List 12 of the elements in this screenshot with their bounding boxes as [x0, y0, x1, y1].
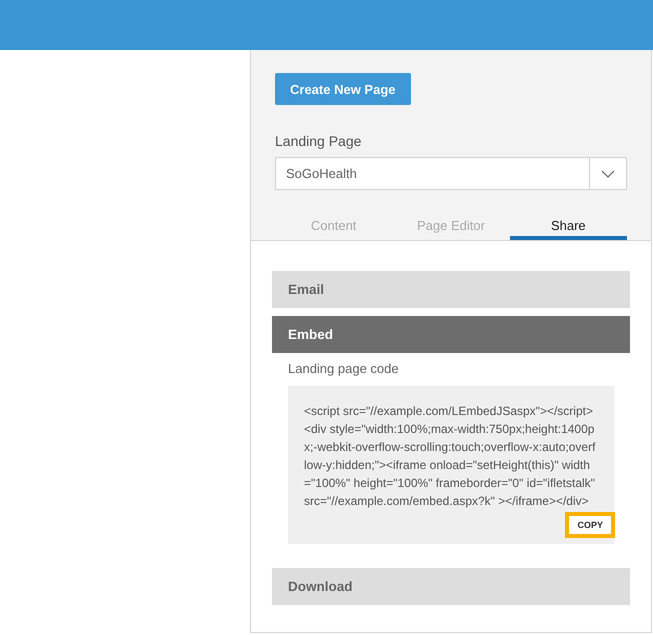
section-header[interactable]: Download — [272, 568, 630, 605]
copy-button[interactable]: COPY — [565, 512, 615, 538]
tab[interactable]: Share — [510, 218, 627, 240]
section-header[interactable]: Email — [272, 271, 630, 308]
section-header[interactable]: Embed — [272, 316, 630, 353]
create-page-button[interactable]: Create New Page — [275, 73, 410, 105]
field-label: Landing Page — [275, 133, 362, 149]
embed-code: <script src="//example.com/LEmbedJSaspx"></script><div style="width:100%;max-width:750px;height:1400px;-webkit-overflow-scrolling:touch;overflow-x:auto;overflow-y:hidden;"><iframe onload="setHeight(this)" width="100%" height="100%" frameborder="0" id="ifletstalk" src="//example.com/embed.aspx?k" ></iframe></div> — [304, 403, 596, 510]
chevron-down-icon — [601, 170, 615, 178]
code-label: Landing page code — [288, 361, 400, 376]
landing-page-select[interactable]: SoGoHealth — [275, 157, 627, 190]
select-value: SoGoHealth — [285, 166, 358, 181]
